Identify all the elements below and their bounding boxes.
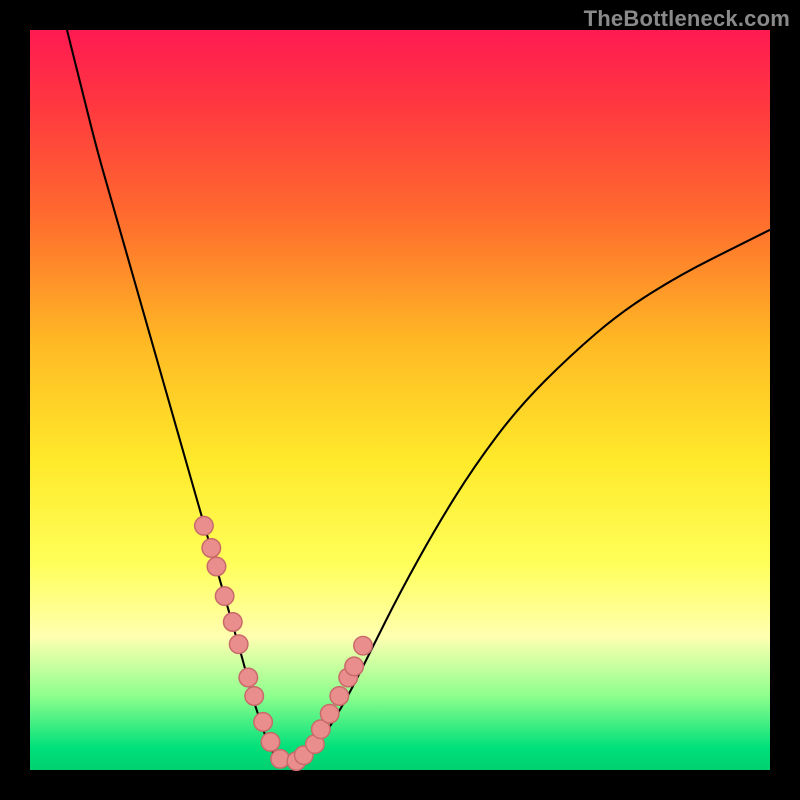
highlight-dot bbox=[224, 613, 243, 632]
highlight-dots bbox=[195, 517, 373, 771]
chart-container: TheBottleneck.com bbox=[0, 0, 800, 800]
highlight-dot bbox=[215, 587, 234, 606]
highlight-dot bbox=[254, 713, 273, 732]
highlight-dot bbox=[207, 557, 226, 576]
highlight-dot bbox=[330, 687, 349, 706]
highlight-dot bbox=[345, 657, 364, 676]
bottleneck-curve bbox=[67, 30, 770, 763]
highlight-dot bbox=[202, 539, 221, 558]
highlight-dot bbox=[271, 750, 290, 769]
highlight-dot bbox=[261, 733, 280, 752]
highlight-dot bbox=[229, 635, 248, 654]
curve-layer bbox=[30, 30, 770, 770]
plot-area bbox=[30, 30, 770, 770]
highlight-dot bbox=[245, 687, 264, 706]
watermark-text: TheBottleneck.com bbox=[584, 6, 790, 32]
highlight-dot bbox=[354, 636, 373, 655]
highlight-dot bbox=[195, 517, 214, 536]
highlight-dot bbox=[239, 668, 257, 687]
highlight-dot bbox=[320, 705, 339, 724]
